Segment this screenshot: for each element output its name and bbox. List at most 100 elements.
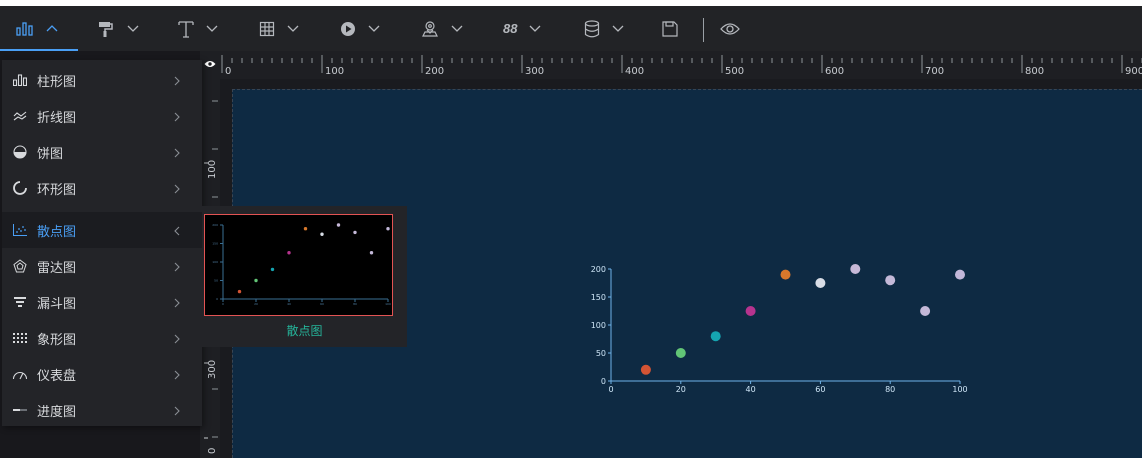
x-axis-tick-label: 20 bbox=[254, 302, 258, 306]
scatter-point[interactable] bbox=[815, 278, 826, 288]
save-button[interactable] bbox=[661, 6, 679, 51]
scatter-point[interactable] bbox=[920, 306, 931, 316]
text-icon bbox=[178, 20, 194, 38]
scatter-point[interactable] bbox=[369, 251, 374, 255]
menu-item-pie-chart[interactable]: 饼图 bbox=[2, 134, 202, 170]
menu-item-line-chart[interactable]: 折线图 bbox=[2, 98, 202, 134]
menu-item-label: 漏斗图 bbox=[37, 296, 77, 312]
chevron-down-icon bbox=[451, 25, 463, 33]
text-menu-button[interactable] bbox=[178, 6, 218, 51]
media-play-icon bbox=[340, 21, 356, 37]
chevron-down-icon bbox=[368, 25, 380, 33]
y-axis-tick-label: 50 bbox=[596, 349, 606, 358]
scatter-point[interactable] bbox=[270, 267, 275, 272]
toolbar: 88 bbox=[0, 6, 1142, 51]
scatter-point[interactable] bbox=[955, 269, 965, 280]
y-axis-tick-label: 150 bbox=[212, 242, 218, 246]
ruler-label: 500 bbox=[725, 66, 744, 77]
bar-chart-icon bbox=[12, 72, 28, 88]
x-axis-tick-label: 80 bbox=[885, 385, 895, 394]
ruler-label: 300 bbox=[207, 360, 218, 379]
chevron-left-icon bbox=[174, 223, 180, 239]
chevron-down-icon bbox=[529, 25, 541, 33]
chevron-down-icon bbox=[206, 25, 218, 33]
scatter-point[interactable] bbox=[640, 364, 651, 375]
ruler-label: 800 bbox=[1025, 66, 1044, 77]
app-window: 88 0 100 200 300 400 500 600 700 800 900 100 300 0 bbox=[0, 6, 1142, 458]
menu-item-ring-chart[interactable]: 环形图 bbox=[2, 170, 202, 206]
scatter-point[interactable] bbox=[336, 223, 341, 227]
scatter-point[interactable] bbox=[885, 275, 896, 286]
table-icon bbox=[259, 21, 275, 37]
bar-chart-menu-button[interactable] bbox=[0, 6, 78, 51]
chart-type-menu: 柱形图 折线图 饼图 环形图 散点图 雷达图 漏斗图 象形图 仪表盘 进度图 bbox=[2, 60, 202, 426]
menu-item-gauge[interactable]: 仪表盘 bbox=[2, 356, 202, 392]
scatter-point[interactable] bbox=[675, 348, 686, 358]
scatter-chart-icon bbox=[12, 222, 28, 238]
scatter-point[interactable] bbox=[780, 269, 791, 280]
scatter-point[interactable] bbox=[850, 264, 861, 274]
menu-item-bar-chart[interactable]: 柱形图 bbox=[2, 62, 202, 98]
ruler-label: 0 bbox=[225, 66, 231, 77]
scatter-point[interactable] bbox=[287, 251, 291, 255]
scatter-point[interactable] bbox=[386, 227, 390, 231]
scatter-point[interactable] bbox=[254, 278, 258, 283]
menu-item-scatter-chart[interactable]: 散点图 bbox=[2, 212, 202, 248]
chevron-right-icon bbox=[174, 73, 180, 89]
menu-item-label: 象形图 bbox=[37, 332, 77, 348]
eye-icon bbox=[720, 22, 740, 36]
menu-item-label: 散点图 bbox=[37, 224, 77, 240]
ruler-corner[interactable] bbox=[200, 51, 220, 79]
ruler-label: 200 bbox=[425, 66, 444, 77]
eye-icon[interactable] bbox=[204, 55, 216, 73]
ruler-label: 0 bbox=[207, 448, 218, 454]
line-chart-icon bbox=[12, 108, 28, 124]
chevron-down-icon bbox=[612, 25, 624, 33]
menu-item-label: 雷达图 bbox=[37, 260, 77, 276]
scatter-point[interactable] bbox=[710, 331, 721, 342]
style-menu-button[interactable] bbox=[97, 6, 139, 51]
media-menu-button[interactable] bbox=[340, 6, 380, 51]
ruler-label: 100 bbox=[207, 160, 218, 179]
y-axis-tick-label: 200 bbox=[212, 223, 218, 227]
scatter-point[interactable] bbox=[303, 227, 308, 231]
x-axis-tick-label: 60 bbox=[815, 385, 825, 394]
preview-button[interactable] bbox=[720, 6, 740, 51]
y-axis-tick-label: 0 bbox=[216, 297, 218, 301]
x-axis-tick-label: 20 bbox=[676, 385, 686, 394]
menu-item-label: 进度图 bbox=[37, 404, 77, 420]
number-menu-button[interactable]: 88 bbox=[503, 6, 541, 51]
x-axis-tick-label: 40 bbox=[746, 385, 756, 394]
ruler-label: 300 bbox=[525, 66, 544, 77]
menu-item-progress[interactable]: 进度图 bbox=[2, 392, 202, 428]
horizontal-ruler[interactable]: 0 100 200 300 400 500 600 700 800 900 bbox=[200, 51, 1142, 79]
database-icon bbox=[584, 19, 600, 38]
menu-item-pictorial-chart[interactable]: 象形图 bbox=[2, 320, 202, 356]
y-axis-tick-label: 150 bbox=[591, 293, 606, 302]
scatter-chart-thumbnail[interactable]: 0 20 40 60 80 100 0 50 100 150 200 bbox=[204, 214, 393, 316]
scatter-chart[interactable]: 0 20 40 60 80 100 0 50 100 150 200 bbox=[580, 256, 980, 401]
scatter-point[interactable] bbox=[320, 232, 324, 236]
radar-chart-icon bbox=[12, 258, 28, 274]
menu-item-funnel-chart[interactable]: 漏斗图 bbox=[2, 284, 202, 320]
ruler-label: 400 bbox=[625, 66, 644, 77]
thumbnail-label[interactable]: 散点图 bbox=[202, 322, 407, 339]
x-axis-tick-label: 0 bbox=[222, 302, 224, 306]
x-axis-tick-label: 40 bbox=[287, 302, 291, 306]
scatter-point[interactable] bbox=[353, 230, 357, 235]
chevron-down-icon bbox=[127, 25, 139, 33]
table-menu-button[interactable] bbox=[259, 6, 299, 51]
paint-roller-icon bbox=[97, 20, 115, 38]
y-axis-tick-label: 0 bbox=[601, 377, 606, 386]
chevron-right-icon bbox=[174, 145, 180, 161]
gauge-icon bbox=[12, 366, 28, 382]
menu-item-radar-chart[interactable]: 雷达图 bbox=[2, 248, 202, 284]
chevron-right-icon bbox=[174, 403, 180, 419]
progress-icon bbox=[12, 402, 28, 418]
data-menu-button[interactable] bbox=[584, 6, 624, 51]
ruler-label: 700 bbox=[925, 66, 944, 77]
scatter-point[interactable] bbox=[745, 306, 756, 316]
y-axis-tick-label: 200 bbox=[591, 265, 606, 274]
scatter-point[interactable] bbox=[237, 289, 242, 294]
map-menu-button[interactable] bbox=[421, 6, 463, 51]
